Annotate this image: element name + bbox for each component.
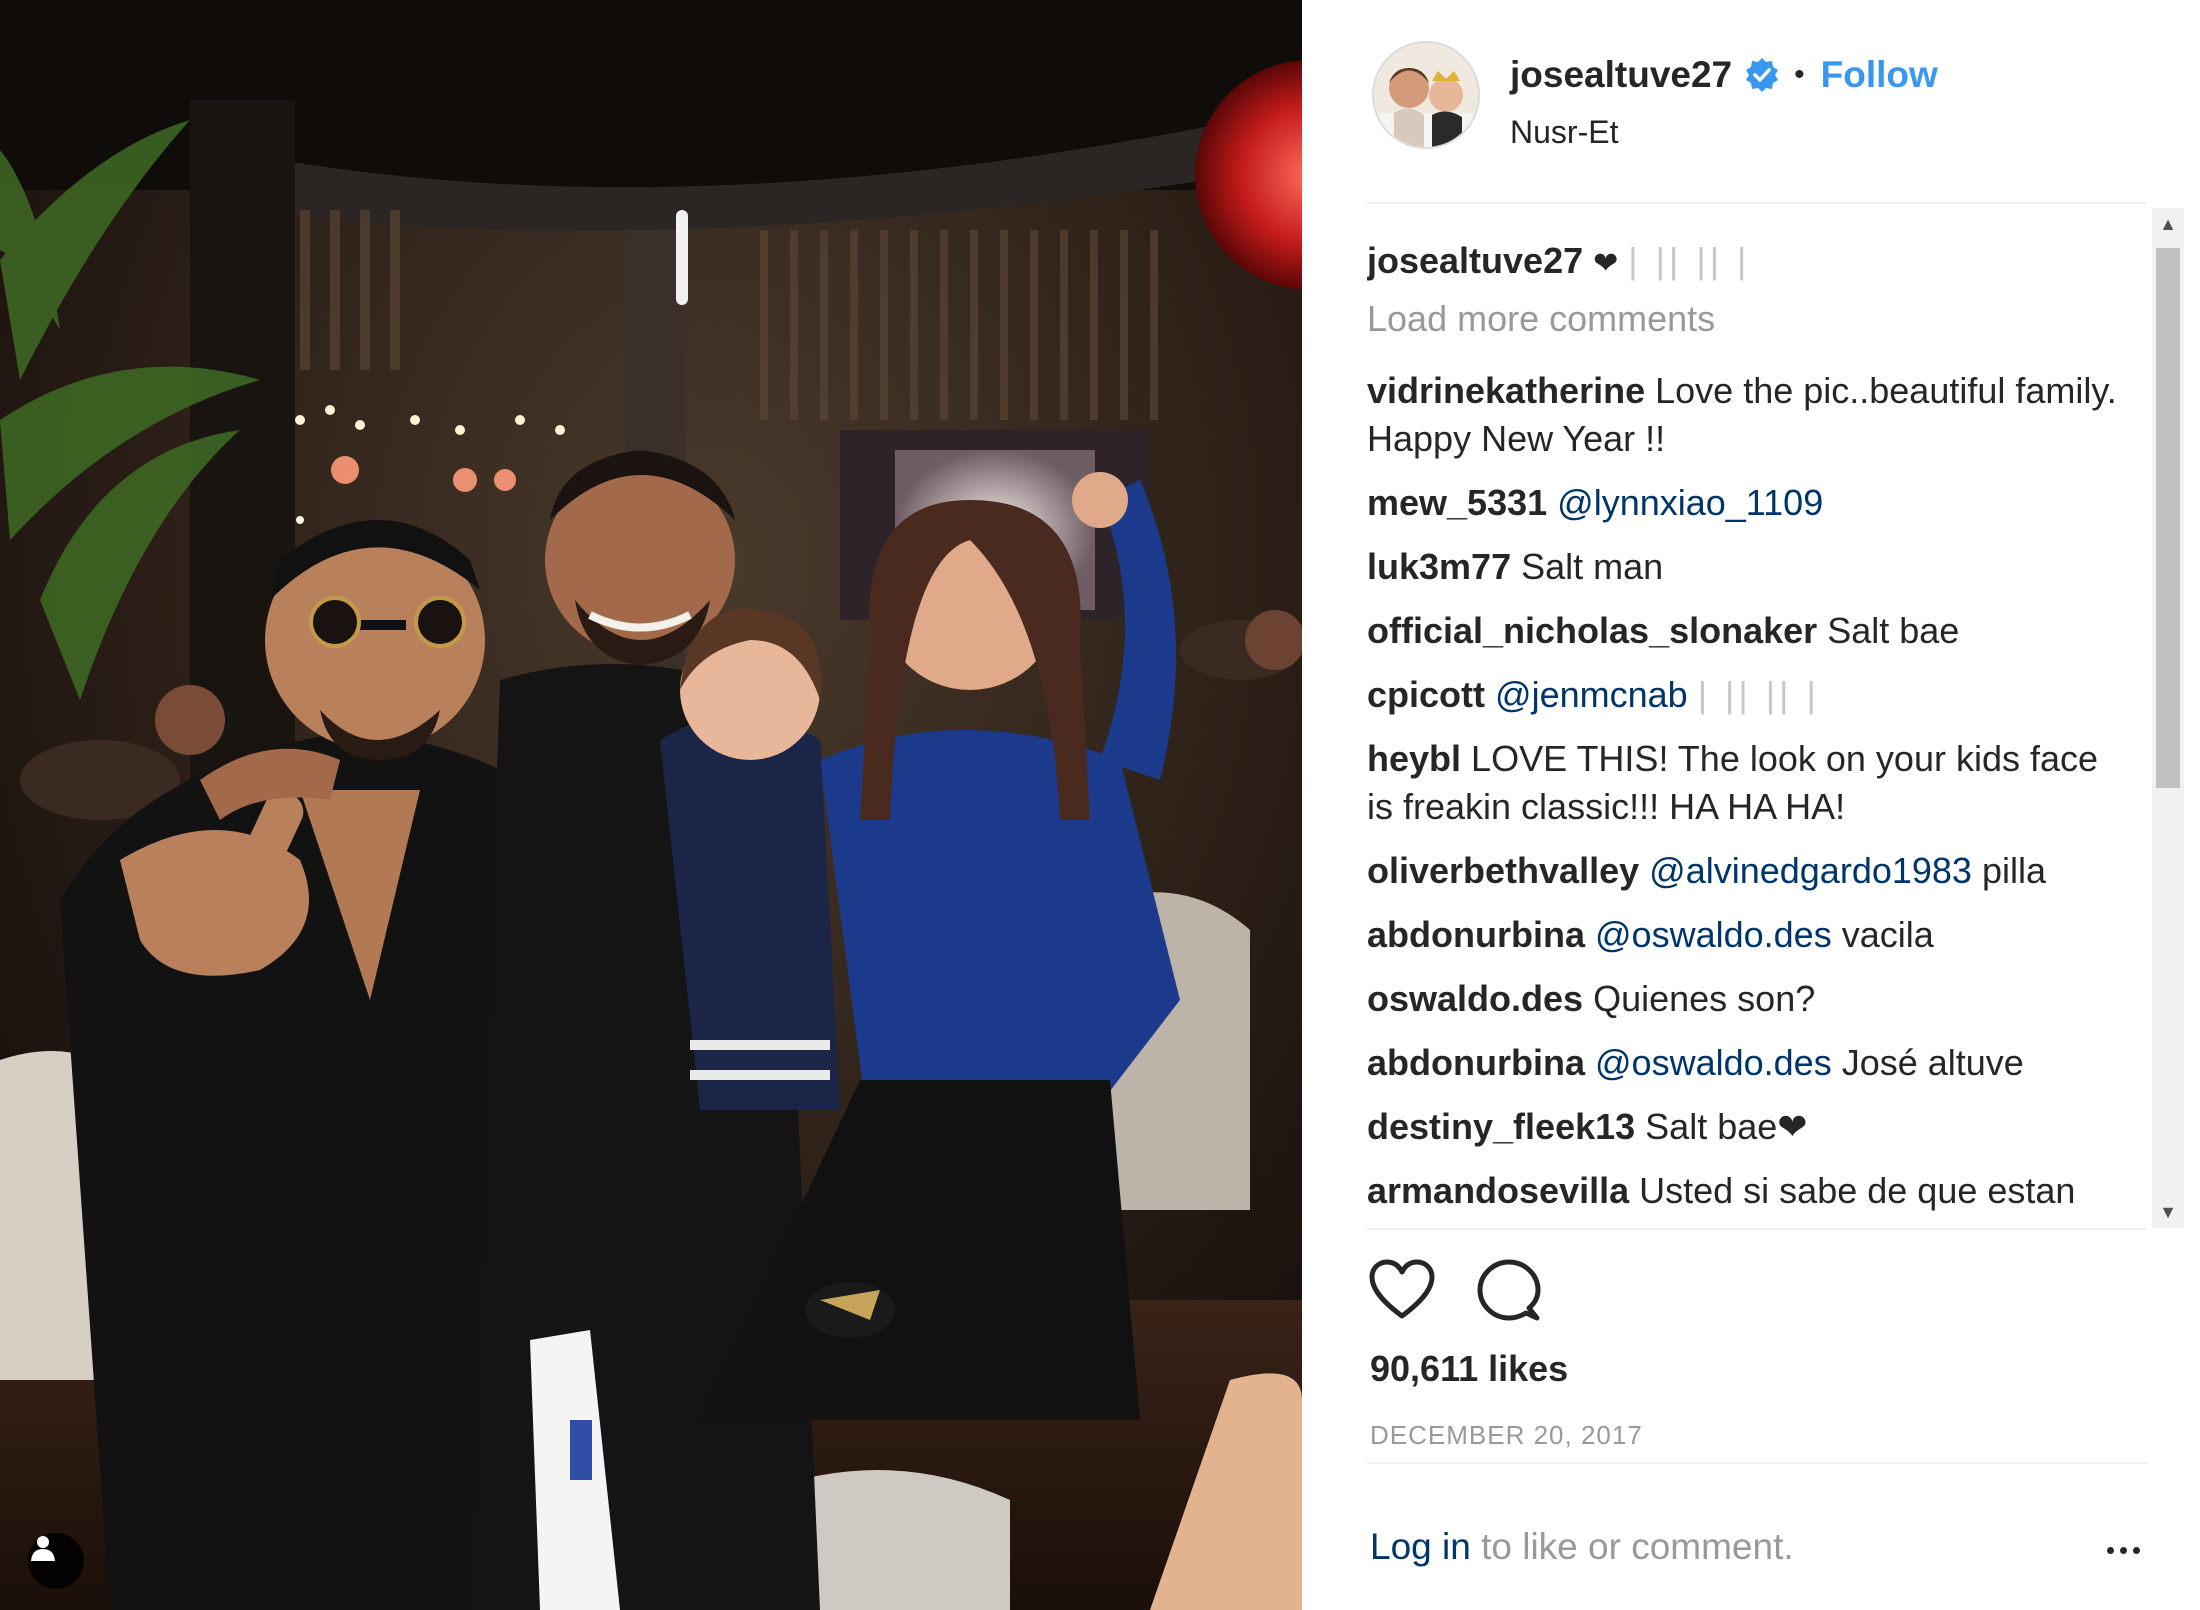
- comment: armandosevilla Usted si sabe de que esta…: [1367, 1166, 2127, 1228]
- comments-list[interactable]: josealtuve27 ❤ | || || | Load more comme…: [1367, 208, 2147, 1228]
- comment: vidrinekatherine Love the pic..beautiful…: [1367, 366, 2127, 478]
- comment-mention[interactable]: @oswaldo.des: [1595, 1042, 1832, 1083]
- comment-text: vacila: [1841, 914, 1934, 955]
- scroll-down-arrow-icon[interactable]: ▼: [2152, 1196, 2184, 1228]
- post-header: josealtuve27 • Follow Nusr-Et: [1367, 0, 2147, 204]
- person-icon: [31, 1536, 55, 1561]
- instagram-post: josealtuve27 • Follow Nusr-Et josealtuve…: [0, 0, 2200, 1610]
- comment-mention[interactable]: @lynnxiao_1109: [1557, 482, 1823, 523]
- dot: [2107, 1546, 2114, 1554]
- comment: heybl LOVE THIS! The look on your kids f…: [1367, 734, 2127, 846]
- comment-author[interactable]: abdonurbina: [1367, 1042, 1585, 1083]
- follow-button[interactable]: Follow: [1821, 54, 1938, 96]
- caption-faint-text: | || || |: [1628, 240, 1751, 281]
- comment-text: Salt bae❤: [1645, 1106, 1808, 1147]
- photo-scene: [0, 0, 1302, 1610]
- comment-text: Usted si sabe de que estan: [1639, 1170, 2076, 1211]
- comment-mention[interactable]: @jenmcnab: [1495, 674, 1688, 715]
- more-options-icon[interactable]: [2107, 1540, 2147, 1560]
- post-author-username[interactable]: josealtuve27: [1510, 54, 1732, 96]
- post-date[interactable]: DECEMBER 20, 2017: [1370, 1420, 1643, 1451]
- comment: oliverbethvalley @alvinedgardo1983 pilla: [1367, 846, 2127, 910]
- comment-text: Quienes son?: [1593, 978, 1816, 1019]
- avatar[interactable]: [1372, 41, 1480, 149]
- header-username-row: josealtuve27 • Follow: [1510, 50, 1938, 100]
- speech-bubble-icon[interactable]: [1477, 1258, 1541, 1322]
- login-prompt: Log in to like or comment.: [1367, 1462, 2147, 1610]
- comment: abdonurbina @oswaldo.des José altuve: [1367, 1038, 2127, 1102]
- comment-text: Salt man: [1521, 546, 1664, 587]
- location-link[interactable]: Nusr-Et: [1510, 114, 1618, 151]
- comment-author[interactable]: mew_5331: [1367, 482, 1547, 523]
- comment-author[interactable]: luk3m77: [1367, 546, 1511, 587]
- avatar-image: [1374, 43, 1478, 147]
- comment-text: José altuve: [1841, 1042, 2024, 1083]
- comment-mention[interactable]: @oswaldo.des: [1595, 914, 1832, 955]
- login-prompt-text: Log in to like or comment.: [1370, 1526, 1794, 1568]
- caption-author[interactable]: josealtuve27: [1367, 240, 1583, 281]
- comment-text: pilla: [1981, 850, 2047, 891]
- comment-author[interactable]: heybl: [1367, 738, 1461, 779]
- comment-mention[interactable]: @alvinedgardo1983: [1649, 850, 1972, 891]
- comment-text: Salt bae: [1827, 610, 1960, 651]
- login-rest-text: to like or comment.: [1470, 1526, 1794, 1567]
- comment-author[interactable]: oliverbethvalley: [1367, 850, 1639, 891]
- comment-author[interactable]: cpicott: [1367, 674, 1485, 715]
- login-link[interactable]: Log in: [1370, 1526, 1471, 1567]
- comment: oswaldo.des Quienes son?: [1367, 974, 2127, 1038]
- comment-author[interactable]: official_nicholas_slonaker: [1367, 610, 1817, 651]
- post-side-panel: josealtuve27 • Follow Nusr-Et josealtuve…: [1302, 0, 2200, 1610]
- verified-badge-icon: [1746, 58, 1779, 92]
- dot: [2120, 1546, 2127, 1554]
- comment-author[interactable]: armandosevilla: [1367, 1170, 1629, 1211]
- comments-scrollbar[interactable]: ▲ ▼: [2152, 208, 2184, 1228]
- comment-faint-text: | || || |: [1697, 674, 1820, 715]
- post-actions: 90,611 likes DECEMBER 20, 2017: [1367, 1228, 2147, 1458]
- comment: official_nicholas_slonaker Salt bae: [1367, 606, 2127, 670]
- likes-count[interactable]: 90,611 likes: [1370, 1348, 1568, 1390]
- post-photo[interactable]: [0, 0, 1302, 1610]
- user-tag-button[interactable]: [28, 1533, 84, 1589]
- load-more-comments-button[interactable]: Load more comments: [1367, 296, 2147, 366]
- comment: mew_5331 @lynnxiao_1109: [1367, 478, 2127, 542]
- comment-text: LOVE THIS! The look on your kids face is…: [1367, 738, 2099, 827]
- comment: abdonurbina @oswaldo.des vacila: [1367, 910, 2127, 974]
- comment-author[interactable]: vidrinekatherine: [1367, 370, 1645, 411]
- post-caption: josealtuve27 ❤ | || || |: [1367, 238, 2147, 296]
- scrollbar-thumb[interactable]: [2156, 248, 2180, 788]
- scroll-up-arrow-icon[interactable]: ▲: [2152, 208, 2184, 240]
- comment-author[interactable]: destiny_fleek13: [1367, 1106, 1635, 1147]
- heart-outline-icon[interactable]: [1369, 1259, 1435, 1321]
- comment: cpicott @jenmcnab | || || |: [1367, 670, 2127, 734]
- caption-text: ❤: [1593, 247, 1619, 280]
- comment: destiny_fleek13 Salt bae❤: [1367, 1102, 2127, 1166]
- comment-author[interactable]: abdonurbina: [1367, 914, 1585, 955]
- separator-dot: •: [1794, 58, 1805, 91]
- dot: [2133, 1546, 2140, 1554]
- comment-author[interactable]: oswaldo.des: [1367, 978, 1583, 1019]
- comment: luk3m77 Salt man: [1367, 542, 2127, 606]
